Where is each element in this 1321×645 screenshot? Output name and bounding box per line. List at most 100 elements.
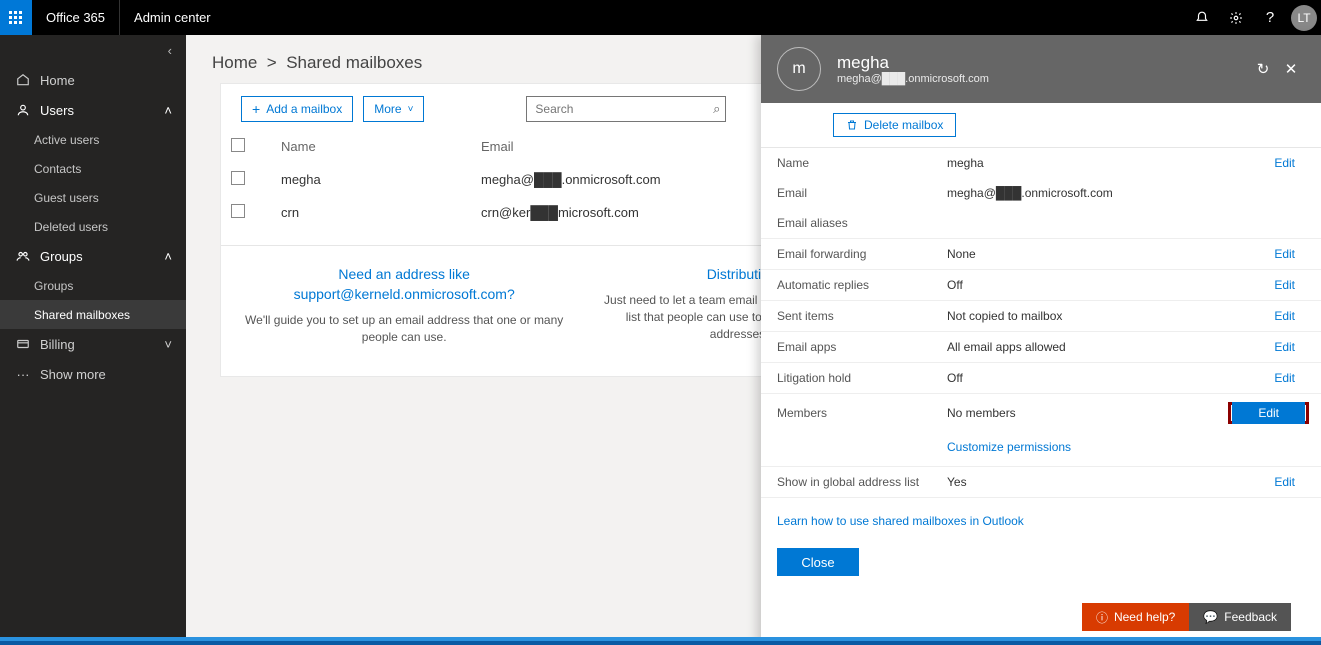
trash-icon — [846, 119, 858, 131]
chevron-down-icon: ˅ — [164, 337, 186, 352]
button-label: Delete mailbox — [864, 118, 943, 132]
search-input[interactable] — [526, 96, 726, 122]
sidebar-item-label: Show more — [34, 367, 186, 382]
prop-value: Off — [947, 371, 1274, 385]
sidebar-item-contacts[interactable]: Contacts — [0, 154, 186, 183]
prop-row-auto-replies: Automatic replies Off Edit — [761, 270, 1321, 301]
add-mailbox-button[interactable]: + Add a mailbox — [241, 96, 353, 122]
edit-global-address-link[interactable]: Edit — [1274, 475, 1305, 489]
sidebar-item-label: Groups — [34, 249, 164, 264]
column-header-name[interactable]: Name — [271, 130, 471, 163]
breadcrumb-home[interactable]: Home — [212, 53, 257, 72]
button-label: Feedback — [1224, 610, 1277, 624]
edit-auto-replies-link[interactable]: Edit — [1274, 278, 1305, 292]
edit-forwarding-link[interactable]: Edit — [1274, 247, 1305, 261]
prop-label: Email aliases — [777, 216, 947, 230]
prop-row-global-address: Show in global address list Yes Edit — [761, 467, 1321, 498]
prop-value: megha — [947, 156, 1274, 170]
settings-icon[interactable] — [1219, 0, 1253, 35]
customize-permissions-row: Customize permissions — [761, 432, 1321, 467]
users-icon — [12, 103, 34, 117]
chevron-down-icon: ˅ — [408, 104, 414, 115]
learn-link[interactable]: Learn how to use shared mailboxes in Out… — [777, 514, 1024, 528]
notifications-icon[interactable] — [1185, 0, 1219, 35]
sidebar-item-deleted-users[interactable]: Deleted users — [0, 212, 186, 241]
button-label: Need help? — [1114, 610, 1175, 624]
refresh-icon[interactable]: ↻ — [1249, 55, 1277, 83]
prop-value: No members — [947, 406, 1228, 420]
prop-row-forwarding: Email forwarding None Edit — [761, 239, 1321, 270]
prop-row-sent-items: Sent items Not copied to mailbox Edit — [761, 301, 1321, 332]
edit-name-link[interactable]: Edit — [1274, 156, 1305, 170]
chevron-up-icon: ˄ — [164, 103, 186, 118]
close-icon[interactable]: ✕ — [1277, 55, 1305, 83]
close-button[interactable]: Close — [777, 548, 859, 576]
app-launcher-icon[interactable] — [0, 0, 32, 35]
search-icon[interactable]: ⌕ — [713, 101, 720, 117]
sidebar-item-label: Users — [34, 103, 164, 118]
prop-value: megha@███.onmicrosoft.com — [947, 186, 1305, 200]
edit-litigation-link[interactable]: Edit — [1274, 371, 1305, 385]
customize-permissions-link[interactable]: Customize permissions — [947, 440, 1071, 454]
row-checkbox[interactable] — [231, 204, 245, 218]
button-label: Add a mailbox — [266, 102, 342, 116]
prop-value: Not copied to mailbox — [947, 309, 1274, 323]
sidebar-item-groups-sub[interactable]: Groups — [0, 271, 186, 300]
edit-members-highlight: Edit — [1228, 402, 1309, 424]
edit-email-apps-link[interactable]: Edit — [1274, 340, 1305, 354]
collapse-sidebar-icon[interactable]: ‹ — [0, 35, 186, 65]
prop-row-members: Members No members Edit — [761, 394, 1321, 432]
prop-row-email: Email megha@███.onmicrosoft.com — [761, 178, 1321, 208]
admin-center-label[interactable]: Admin center — [120, 10, 225, 25]
prop-row-litigation: Litigation hold Off Edit — [761, 363, 1321, 394]
prop-value: None — [947, 247, 1274, 261]
sidebar-item-groups[interactable]: Groups ˄ — [0, 241, 186, 271]
sidebar-item-show-more[interactable]: ··· Show more — [0, 359, 186, 389]
panel-body: Delete mailbox Name megha Edit Email meg… — [761, 103, 1321, 645]
office365-label[interactable]: Office 365 — [32, 0, 120, 35]
need-help-button[interactable]: ⓘ Need help? — [1082, 603, 1189, 631]
sidebar: ‹ Home Users ˄ Active users Contacts Gue… — [0, 35, 186, 645]
sidebar-item-shared-mailboxes[interactable]: Shared mailboxes — [0, 300, 186, 329]
sidebar-item-billing[interactable]: Billing ˅ — [0, 329, 186, 359]
panel-subtitle: megha@███.onmicrosoft.com — [837, 73, 989, 85]
prop-row-name: Name megha Edit — [761, 148, 1321, 178]
feedback-button[interactable]: 💬 Feedback — [1189, 603, 1291, 631]
topbar: Office 365 Admin center ? LT — [0, 0, 1321, 35]
sidebar-item-home[interactable]: Home — [0, 65, 186, 95]
sidebar-item-users[interactable]: Users ˄ — [0, 95, 186, 125]
details-panel: m megha megha@███.onmicrosoft.com ↻ ✕ De… — [761, 35, 1321, 645]
sidebar-item-guest-users[interactable]: Guest users — [0, 183, 186, 212]
prop-label: Sent items — [777, 309, 947, 323]
mailbox-avatar: m — [777, 47, 821, 91]
home-icon — [12, 73, 34, 87]
breadcrumb-current: Shared mailboxes — [286, 53, 422, 72]
prop-label: Members — [777, 406, 947, 420]
panel-title: megha — [837, 53, 989, 73]
prop-value: Yes — [947, 475, 1274, 489]
prop-label: Email apps — [777, 340, 947, 354]
edit-sent-items-link[interactable]: Edit — [1274, 309, 1305, 323]
cell-name: megha — [271, 163, 471, 196]
more-button[interactable]: More ˅ — [363, 96, 424, 122]
chevron-up-icon: ˄ — [164, 249, 186, 264]
cell-name: crn — [271, 196, 471, 229]
select-all-checkbox[interactable] — [231, 138, 245, 152]
bottom-stripe — [0, 641, 1321, 645]
billing-icon — [12, 337, 34, 351]
plus-icon: + — [252, 102, 260, 116]
bottom-actions: ⓘ Need help? 💬 Feedback — [1082, 603, 1291, 631]
prop-label: Name — [777, 156, 947, 170]
delete-mailbox-button[interactable]: Delete mailbox — [833, 113, 956, 137]
edit-members-button[interactable]: Edit — [1232, 402, 1305, 424]
row-checkbox[interactable] — [231, 171, 245, 185]
help-icon[interactable]: ? — [1253, 0, 1287, 35]
user-avatar[interactable]: LT — [1291, 5, 1317, 31]
groups-icon — [12, 249, 34, 263]
sidebar-item-active-users[interactable]: Active users — [0, 125, 186, 154]
panel-header: m megha megha@███.onmicrosoft.com ↻ ✕ — [761, 35, 1321, 103]
chat-icon: 💬 — [1203, 610, 1218, 624]
sidebar-item-label: Home — [34, 73, 186, 88]
button-label: More — [374, 102, 401, 116]
prop-value: All email apps allowed — [947, 340, 1274, 354]
